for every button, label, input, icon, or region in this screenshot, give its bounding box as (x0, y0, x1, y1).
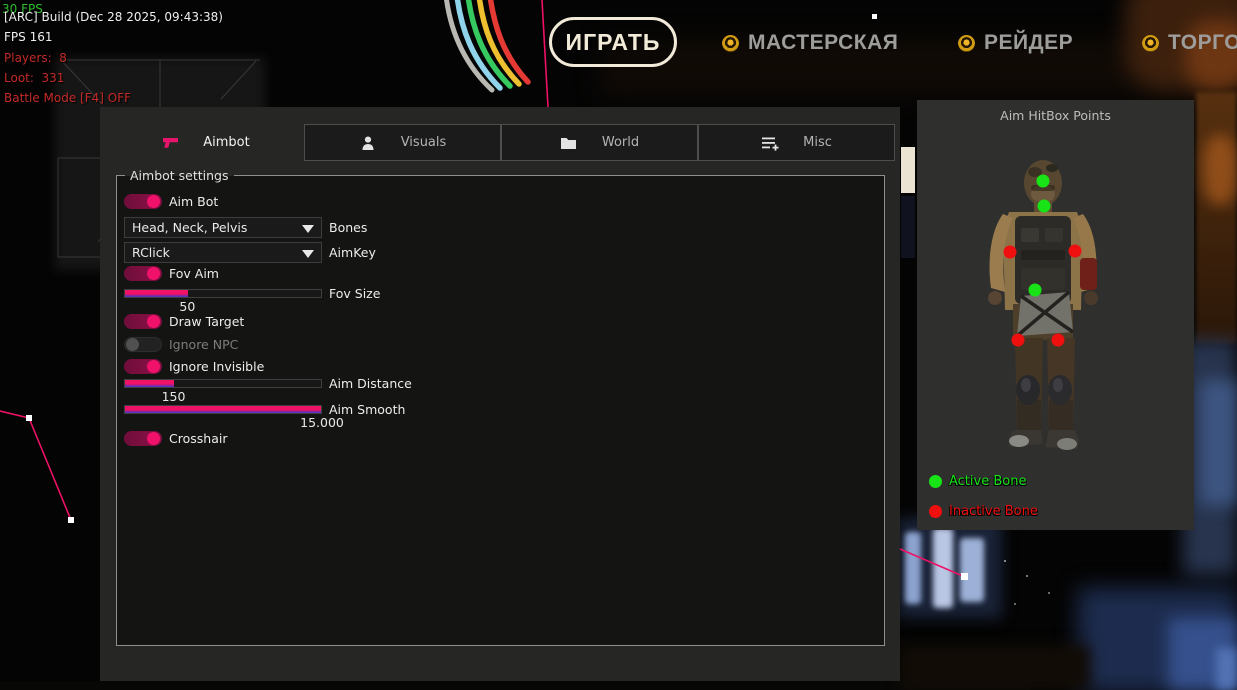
ignore-npc-toggle[interactable] (124, 337, 162, 352)
players-counter: Players: 8 (4, 51, 67, 65)
aim-bot-row: Aim Bot (124, 194, 322, 209)
active-bone-point (1029, 284, 1042, 297)
aim-distance-row: Aim Distance 150 (124, 379, 322, 388)
tab-misc[interactable]: Misc (698, 124, 895, 161)
aim-distance-slider[interactable] (124, 379, 322, 388)
fps-counter: FPS 161 (4, 30, 52, 44)
bones-label: Bones (329, 217, 367, 238)
toggle-knob (147, 267, 160, 280)
inactive-bone-point (1012, 334, 1025, 347)
fov-size-label: Fov Size (329, 289, 380, 298)
build-info: [ARC] Build (Dec 28 2025, 09:43:38) (4, 10, 223, 24)
ignore-invisible-toggle[interactable] (124, 359, 162, 374)
inactive-bone-point (1052, 334, 1065, 347)
chevron-down-icon (302, 225, 314, 233)
tab-world[interactable]: World (501, 124, 698, 161)
tab-bar: Aimbot Visuals World Misc (107, 124, 895, 161)
nav-item-trade[interactable]: ТОРГО (1142, 29, 1237, 57)
toggle-knob (147, 432, 160, 445)
nav-item-label: РЕЙДЕР (984, 31, 1073, 55)
bone-points-layer (917, 100, 1194, 530)
aim-distance-value: 150 (162, 389, 186, 404)
draw-target-toggle[interactable] (124, 314, 162, 329)
crosshair-label: Crosshair (169, 431, 227, 446)
neon-sign (446, 0, 528, 90)
loot-counter: Loot: 331 (4, 71, 64, 85)
bones-row: Head, Neck, Pelvis Bones (124, 217, 322, 238)
aim-bot-label: Aim Bot (169, 194, 218, 209)
coin-icon (722, 35, 739, 52)
active-bone-dot-icon (929, 475, 942, 488)
aimkey-row: RClick AimKey (124, 242, 322, 263)
toggle-knob (147, 360, 160, 373)
toggle-knob (147, 195, 160, 208)
hitbox-panel: Aim HitBox Points (917, 100, 1194, 530)
sliders-icon (761, 135, 779, 151)
aim-smooth-value: 15.000 (300, 415, 344, 430)
tab-label: Misc (803, 135, 832, 150)
legend-inactive-bone: Inactive Bone (929, 504, 1038, 518)
aim-distance-label: Aim Distance (329, 379, 412, 388)
fov-size-slider[interactable] (124, 289, 322, 298)
coin-icon (1142, 35, 1159, 52)
aim-smooth-label: Aim Smooth (329, 405, 405, 414)
inactive-bone-point (1069, 245, 1082, 258)
play-button[interactable]: ИГРАТЬ (549, 17, 677, 67)
aimkey-dropdown-value: RClick (132, 245, 170, 260)
slider-fill (125, 406, 321, 413)
fov-aim-row: Fov Aim (124, 266, 322, 281)
legend-label: Active Bone (949, 474, 1026, 489)
legend-active-bone: Active Bone (929, 474, 1026, 488)
aim-smooth-slider[interactable] (124, 405, 322, 414)
active-bone-point (1038, 200, 1051, 213)
coin-icon (958, 35, 975, 52)
ignore-invisible-label: Ignore Invisible (169, 359, 264, 374)
aimkey-dropdown[interactable]: RClick (124, 242, 322, 263)
pistol-icon (161, 135, 179, 151)
chevron-down-icon (302, 250, 314, 258)
draw-target-label: Draw Target (169, 314, 244, 329)
draw-target-row: Draw Target (124, 314, 322, 329)
fov-size-row: Fov Size 50 (124, 289, 322, 298)
aimkey-label: AimKey (329, 242, 376, 263)
cheat-menu-panel: Aimbot Visuals World Misc (100, 107, 900, 681)
battle-mode-status: Battle Mode [F4] OFF (4, 91, 131, 105)
slider-fill (125, 380, 174, 387)
toggle-knob (147, 315, 160, 328)
ignore-npc-row: Ignore NPC (124, 337, 322, 352)
bones-dropdown-value: Head, Neck, Pelvis (132, 220, 247, 235)
legend-label: Inactive Bone (949, 504, 1038, 519)
crosshair-toggle[interactable] (124, 431, 162, 446)
nav-item-workshop[interactable]: МАСТЕРСКАЯ (722, 29, 898, 57)
crosshair-row: Crosshair (124, 431, 322, 446)
inactive-bone-dot-icon (929, 505, 942, 518)
tab-label: World (602, 135, 639, 150)
settings-group-title: Aimbot settings (125, 167, 234, 184)
folder-icon (560, 135, 578, 151)
aim-smooth-row: Aim Smooth 15.000 (124, 405, 322, 414)
tab-visuals[interactable]: Visuals (304, 124, 501, 161)
nav-item-label: МАСТЕРСКАЯ (748, 31, 898, 55)
tab-label: Visuals (401, 135, 447, 150)
game-screen: 30 FPS [ARC] Build (Dec 28 2025, 09:43:3… (0, 0, 1237, 690)
inactive-bone-point (1004, 246, 1017, 259)
nav-item-label: ТОРГО (1168, 31, 1237, 55)
tab-aimbot[interactable]: Aimbot (107, 124, 304, 161)
active-bone-point (1037, 175, 1050, 188)
toggle-knob (126, 338, 139, 351)
ignore-invisible-row: Ignore Invisible (124, 359, 322, 374)
slider-fill (125, 290, 188, 297)
aim-bot-toggle[interactable] (124, 194, 162, 209)
bones-dropdown[interactable]: Head, Neck, Pelvis (124, 217, 322, 238)
tab-label: Aimbot (203, 135, 249, 150)
fov-size-value: 50 (179, 299, 195, 314)
person-icon (359, 135, 377, 151)
nav-item-raider[interactable]: РЕЙДЕР (958, 29, 1073, 57)
aimbot-settings-group: Aimbot settings Aim Bot Head, Neck, Pelv… (116, 175, 885, 646)
ignore-npc-label: Ignore NPC (169, 337, 238, 352)
fov-aim-label: Fov Aim (169, 266, 219, 281)
fov-aim-toggle[interactable] (124, 266, 162, 281)
